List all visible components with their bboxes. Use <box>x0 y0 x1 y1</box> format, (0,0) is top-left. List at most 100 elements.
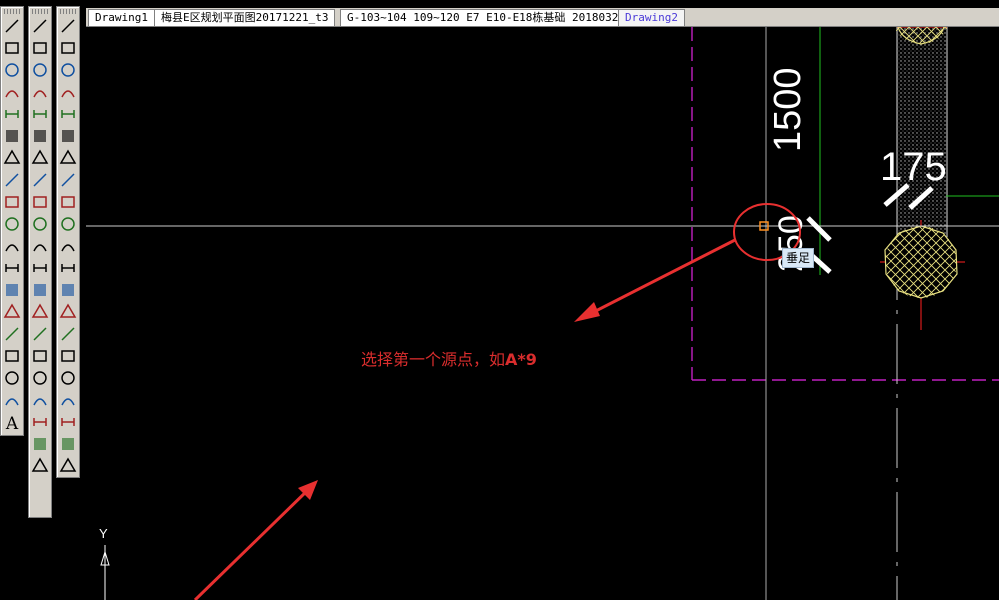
layer-button[interactable] <box>29 413 51 435</box>
list-icon <box>59 391 77 413</box>
tab-drawing2[interactable]: Drawing2 <box>618 9 685 27</box>
layer-button[interactable] <box>29 391 51 413</box>
dim-style-icon <box>31 369 49 391</box>
radius-dim-button[interactable] <box>29 105 51 127</box>
annotation-text: 选择第一个源点，如 <box>361 350 506 369</box>
wall-icon <box>59 127 77 149</box>
elevator-button[interactable] <box>57 215 79 237</box>
column-strip <box>897 27 947 237</box>
linear-dim-icon <box>31 17 49 39</box>
dim-text-edit-icon <box>31 325 49 347</box>
spline-button[interactable] <box>1 193 23 215</box>
polyline-button[interactable] <box>1 61 23 83</box>
tab-foundation[interactable]: G-103~104 109~120 E7 E10-E18栋基础 20180320 <box>340 9 633 27</box>
jogged-dim-icon <box>31 127 49 149</box>
jogged-dim-button[interactable] <box>29 127 51 149</box>
hatch-button[interactable] <box>1 325 23 347</box>
dim-text-edit-button[interactable] <box>29 325 51 347</box>
rectangle-icon <box>3 105 21 127</box>
dim-update-button[interactable] <box>29 347 51 369</box>
column-button[interactable] <box>57 105 79 127</box>
revision-cloud-button[interactable] <box>1 171 23 193</box>
rectangle-button[interactable] <box>1 105 23 127</box>
help-button[interactable] <box>57 457 79 479</box>
center-mark-button[interactable] <box>29 281 51 303</box>
frame-button[interactable] <box>57 237 79 259</box>
paint-button[interactable] <box>57 303 79 325</box>
angular-dim-button[interactable] <box>29 171 51 193</box>
layer-button[interactable] <box>29 435 51 457</box>
linear-dim-button[interactable] <box>29 17 51 39</box>
gradient-button[interactable] <box>1 347 23 369</box>
point-button[interactable] <box>1 303 23 325</box>
circle-button[interactable] <box>1 149 23 171</box>
window-button[interactable] <box>57 171 79 193</box>
gradient-icon <box>3 347 21 369</box>
list-button[interactable] <box>57 391 79 413</box>
multiline-text-button[interactable]: A <box>1 413 23 435</box>
line-button[interactable] <box>1 17 23 39</box>
draw-toolbar: A <box>0 6 24 436</box>
frame-icon <box>59 237 77 259</box>
tab-drawing1[interactable]: Drawing1 <box>88 9 155 27</box>
dim-style-button[interactable] <box>29 369 51 391</box>
dim-edit-button[interactable] <box>29 303 51 325</box>
diameter-dim-button[interactable] <box>29 149 51 171</box>
target-button[interactable] <box>57 435 79 457</box>
text-edit-icon <box>59 413 77 435</box>
image-button[interactable] <box>57 259 79 281</box>
tree-button[interactable] <box>57 369 79 391</box>
stair-icon <box>59 149 77 171</box>
ellipse-button[interactable] <box>1 215 23 237</box>
toolbar-grip[interactable] <box>32 9 48 14</box>
ellipse-arc-button[interactable] <box>1 237 23 259</box>
wall-button[interactable] <box>57 127 79 149</box>
drawing-svg: 1500 175 250 <box>86 27 999 600</box>
toolbar-grip[interactable] <box>4 9 20 14</box>
layer-button[interactable] <box>29 457 51 479</box>
help-icon <box>59 457 77 479</box>
make-block-button[interactable] <box>1 281 23 303</box>
stair-button[interactable] <box>57 149 79 171</box>
toolbar-grip[interactable] <box>60 9 76 14</box>
door-icon <box>59 193 77 215</box>
polygon-button[interactable] <box>1 83 23 105</box>
table-button[interactable] <box>1 391 23 413</box>
insert-block-button[interactable] <box>1 259 23 281</box>
polyline-icon <box>3 61 21 83</box>
quick-dim-button[interactable] <box>29 193 51 215</box>
misc-toolbar <box>56 6 80 478</box>
continue-dim-button[interactable] <box>29 237 51 259</box>
aligned-dim-button[interactable] <box>29 39 51 61</box>
drawing-canvas[interactable]: 1500 175 250 垂足 选择第一个源点，如A*9 Y <box>86 27 999 600</box>
arrow-upper <box>581 238 736 320</box>
tab-meixian-plan[interactable]: 梅县E区规划平面图20171221_t3 <box>154 9 336 27</box>
ordinate-dim-icon <box>31 83 49 105</box>
arc-button[interactable] <box>1 127 23 149</box>
baseline-dim-button[interactable] <box>29 215 51 237</box>
region-button[interactable] <box>1 369 23 391</box>
grid-button[interactable] <box>57 83 79 105</box>
door-button[interactable] <box>57 193 79 215</box>
palette-button[interactable] <box>57 347 79 369</box>
column-icon <box>59 105 77 127</box>
calculator-button[interactable] <box>57 17 79 39</box>
construction-line-button[interactable] <box>1 39 23 61</box>
text-edit-button[interactable] <box>57 413 79 435</box>
layer-manager-button[interactable] <box>57 61 79 83</box>
annotation-command: A*9 <box>505 350 537 369</box>
ordinate-dim-button[interactable] <box>29 83 51 105</box>
circle-icon <box>3 149 21 171</box>
arc-length-button[interactable] <box>29 61 51 83</box>
tolerance-button[interactable] <box>29 259 51 281</box>
arc-icon <box>3 127 21 149</box>
target-icon <box>59 435 77 457</box>
book-button[interactable] <box>57 325 79 347</box>
instruction-annotation: 选择第一个源点，如A*9 <box>361 346 537 370</box>
print-button[interactable] <box>57 281 79 303</box>
ellipse-arc-icon <box>3 237 21 259</box>
properties-icon <box>59 39 77 61</box>
calculator-icon <box>59 17 77 39</box>
properties-button[interactable] <box>57 39 79 61</box>
elevator-icon <box>59 215 77 237</box>
